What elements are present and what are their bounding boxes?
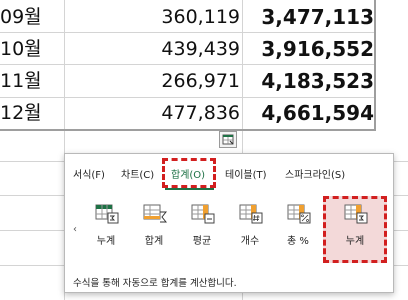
tile-label: 총 %: [287, 236, 309, 247]
tile-average[interactable]: 평균: [179, 202, 225, 258]
tab-sparklines[interactable]: 스파크라인(S): [285, 166, 345, 181]
tile-label: 누계: [345, 236, 365, 247]
month-cell[interactable]: 10월: [0, 33, 64, 65]
quick-analysis-panel: 서식(F) 차트(C) 합계(O) 테이블(T) 스파크라인(S) ‹ 누계 합…: [64, 153, 394, 293]
quick-analysis-button[interactable]: [219, 131, 237, 148]
quick-analysis-tabs: 서식(F) 차트(C) 합계(O) 테이블(T) 스파크라인(S): [65, 154, 393, 196]
cumulative-cell[interactable]: 4,661,594: [242, 97, 374, 129]
selection-border: [374, 0, 376, 130]
month-cell[interactable]: 09월: [0, 1, 64, 33]
running-total-column-icon: [344, 204, 368, 224]
tile-count[interactable]: 개수: [227, 202, 273, 258]
tab-formatting[interactable]: 서식(F): [73, 166, 105, 181]
tile-label: 누계: [96, 236, 116, 247]
value-cell[interactable]: 439,439: [64, 33, 240, 65]
quick-analysis-icon: [222, 134, 234, 145]
percent-total-icon: [287, 204, 311, 224]
sum-icon: [143, 204, 167, 223]
cumulative-cell[interactable]: 3,916,552: [242, 33, 374, 65]
value-cell[interactable]: 266,971: [64, 65, 240, 97]
cumulative-cell[interactable]: 4,183,523: [242, 65, 374, 97]
cumulative-cell[interactable]: 3,477,113: [242, 1, 374, 33]
tile-running-total-column[interactable]: 누계: [332, 202, 378, 258]
tile-running-total-row[interactable]: 누계: [83, 202, 129, 258]
tile-label: 개수: [240, 236, 260, 247]
tile-percent-total[interactable]: 총 %: [275, 202, 321, 258]
average-icon: [191, 204, 215, 224]
tile-label: 평균: [192, 236, 212, 247]
month-cell[interactable]: 11월: [0, 65, 64, 97]
totals-description: 수식을 통해 자동으로 합계를 계산합니다.: [73, 278, 237, 289]
value-cell[interactable]: 477,836: [64, 97, 240, 129]
month-cell[interactable]: 12월: [0, 97, 64, 129]
tab-highlight-box: [162, 158, 216, 188]
value-cell[interactable]: 360,119: [64, 1, 240, 33]
running-total-row-icon: [95, 204, 119, 224]
active-tab-underline: [165, 188, 214, 190]
tile-sum[interactable]: 합계: [131, 202, 177, 258]
tab-charts[interactable]: 차트(C): [121, 166, 154, 181]
count-icon: [239, 204, 263, 224]
tile-label: 합계: [144, 236, 164, 247]
scroll-left-icon[interactable]: ‹: [73, 224, 77, 235]
tab-tables[interactable]: 테이블(T): [225, 166, 267, 181]
selection-border: [0, 129, 376, 131]
